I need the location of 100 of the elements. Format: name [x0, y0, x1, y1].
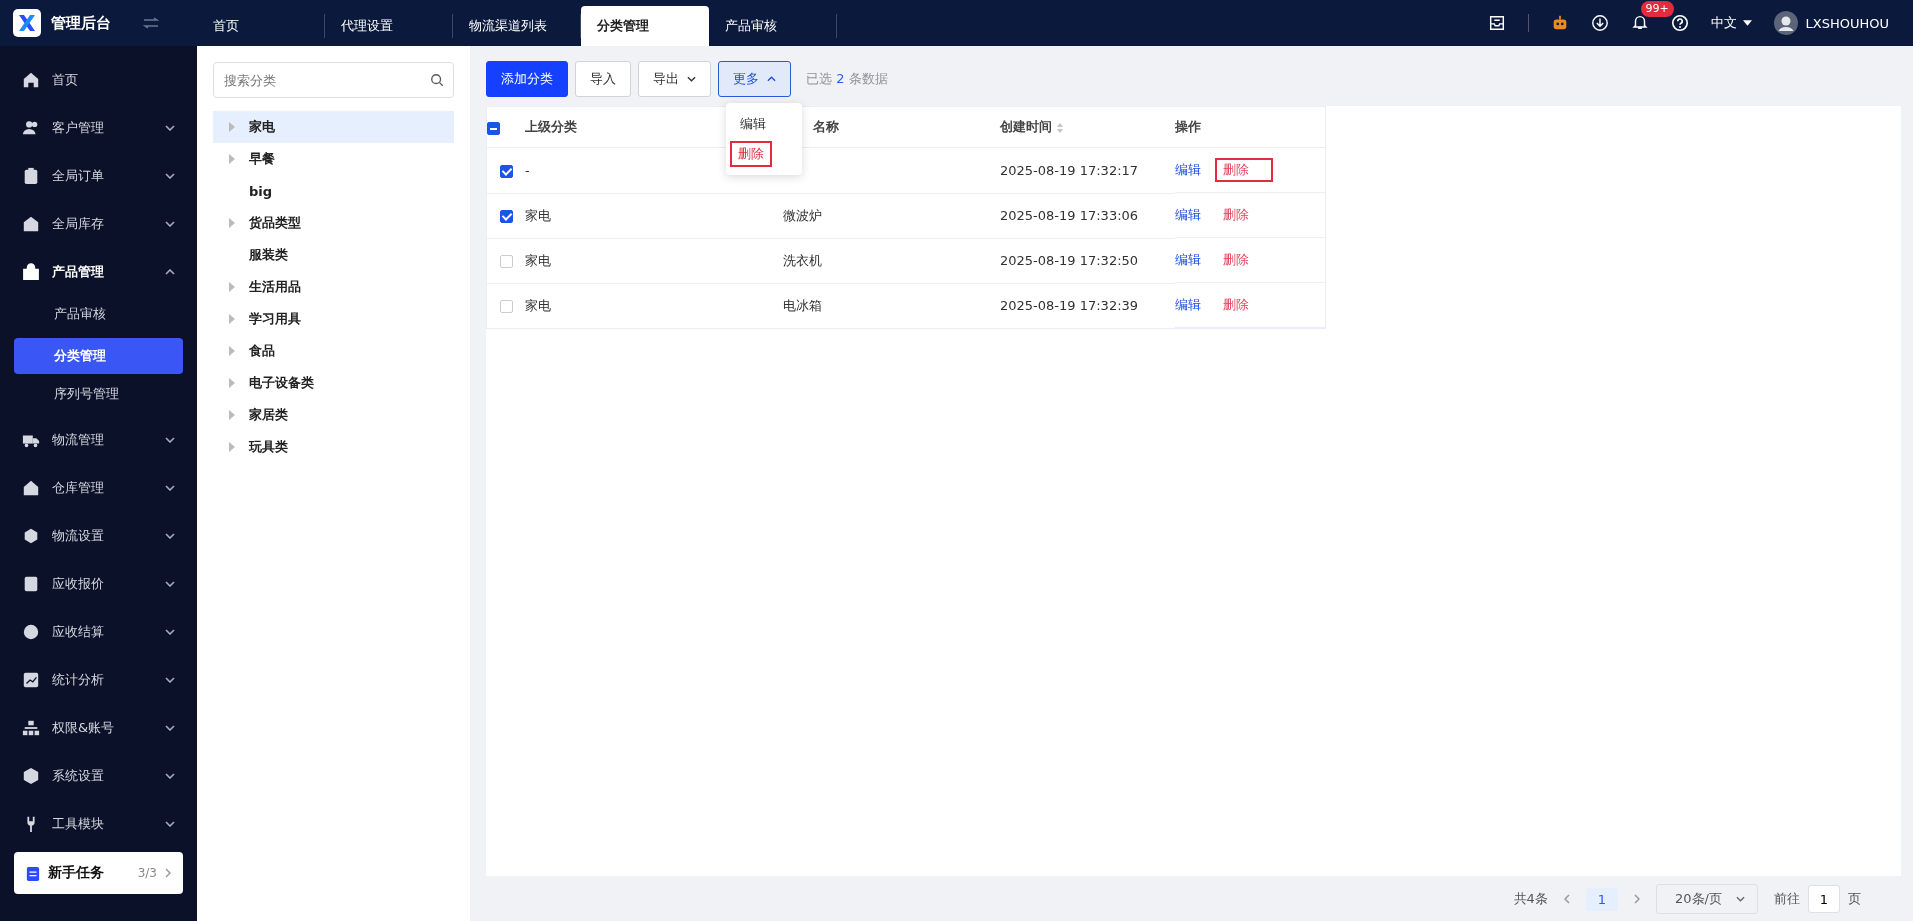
table-cell: 2025-08-19 17:33:06: [1000, 208, 1139, 223]
sidebar-item[interactable]: 客户管理: [0, 104, 197, 152]
edit-link[interactable]: 编辑: [1175, 206, 1201, 224]
expand-icon[interactable]: [229, 410, 235, 420]
page-number[interactable]: 1: [1585, 887, 1619, 911]
expand-icon[interactable]: [229, 378, 235, 388]
chevron-right-icon: [165, 868, 171, 878]
language-select[interactable]: 中文: [1710, 14, 1752, 32]
expand-icon[interactable]: [229, 218, 235, 228]
total-count: 共4条: [1513, 890, 1548, 908]
nav-tab[interactable]: 产品审核: [709, 14, 837, 38]
column-header: 创建时间: [1000, 119, 1052, 134]
expand-icon[interactable]: [229, 346, 235, 356]
sidebar-item[interactable]: 仓库管理: [0, 464, 197, 512]
caret-icon: [1742, 20, 1752, 26]
toolbar-button[interactable]: 更多: [718, 61, 791, 97]
expand-icon[interactable]: [229, 282, 235, 292]
page-size-select[interactable]: 20条/页: [1656, 884, 1758, 914]
edit-link[interactable]: 编辑: [1175, 296, 1201, 314]
selection-count: 已选 2 条数据: [806, 70, 888, 88]
next-page-icon[interactable]: [1634, 894, 1641, 904]
goto-suffix: 页: [1848, 890, 1861, 908]
users-icon: [22, 119, 40, 137]
tree-item[interactable]: 家电: [213, 111, 454, 143]
delete-link[interactable]: 删除: [1215, 293, 1257, 317]
toolbar-button[interactable]: 导入: [575, 61, 631, 97]
goto-label: 前往: [1774, 890, 1800, 908]
notification-badge: 99+: [1640, 0, 1674, 17]
sidebar-item[interactable]: 权限&账号: [0, 704, 197, 752]
sidebar-item[interactable]: 系统设置: [0, 752, 197, 800]
tree-item[interactable]: 早餐: [213, 143, 454, 175]
menu-item[interactable]: 删除: [730, 141, 772, 167]
table-cell: 洗衣机: [783, 252, 822, 268]
sidebar-subitem[interactable]: 产品审核: [14, 296, 183, 336]
expand-icon[interactable]: [229, 122, 235, 132]
menu-item[interactable]: 编辑: [730, 111, 798, 137]
help-icon[interactable]: [1670, 14, 1689, 32]
avatar-icon[interactable]: [1773, 11, 1798, 35]
tree-item[interactable]: 电子设备类: [213, 367, 454, 399]
task-label: 新手任务: [48, 864, 105, 882]
caret-icon: [1736, 896, 1745, 902]
user-name[interactable]: LXSHOUHOU: [1805, 15, 1889, 31]
delete-link[interactable]: 删除: [1215, 248, 1257, 272]
sidebar-item[interactable]: 应收报价: [0, 560, 197, 608]
sidebar-subitem[interactable]: 分类管理: [14, 338, 183, 374]
nav-tab[interactable]: 分类管理: [581, 6, 709, 46]
tree-item[interactable]: 玩具类: [213, 431, 454, 463]
sidebar-item[interactable]: 全局库存: [0, 200, 197, 248]
caret-icon: [767, 76, 776, 82]
chart-icon: [22, 671, 40, 689]
expand-icon[interactable]: [229, 154, 235, 164]
tree-item[interactable]: 生活用品: [213, 271, 454, 303]
expand-icon[interactable]: [229, 314, 235, 324]
table-cell: 家电: [525, 297, 551, 313]
select-all-checkbox[interactable]: [487, 121, 500, 135]
toolbar-button[interactable]: 导出: [638, 61, 711, 97]
nav-tab[interactable]: 首页: [197, 14, 325, 38]
tree-item[interactable]: 货品类型: [213, 207, 454, 239]
sidebar-subitem[interactable]: 序列号管理: [14, 376, 183, 416]
house-icon: [22, 479, 40, 497]
tree-item[interactable]: 服装类: [213, 239, 454, 271]
sidebar-item[interactable]: 工具模块: [0, 800, 197, 848]
sidebar-item[interactable]: 产品管理: [0, 248, 197, 296]
delete-link[interactable]: 删除: [1215, 158, 1273, 182]
sidebar-item[interactable]: 首页: [0, 56, 197, 104]
nav-tab[interactable]: 代理设置: [325, 14, 453, 38]
tree-item[interactable]: 食品: [213, 335, 454, 367]
sidebar-item[interactable]: 物流管理: [0, 416, 197, 464]
column-header: 名称: [812, 119, 839, 134]
table-cell: 家电: [525, 207, 551, 223]
prev-page-icon[interactable]: [1563, 894, 1570, 904]
table-cell: -: [525, 162, 530, 178]
sidebar-item[interactable]: 应收结算: [0, 608, 197, 656]
tree-item[interactable]: 学习用具: [213, 303, 454, 335]
table-cell: 2025-08-19 17:32:50: [1000, 253, 1139, 268]
table-cell: 2025-08-19 17:32:17: [1000, 162, 1139, 178]
edit-link[interactable]: 编辑: [1175, 161, 1201, 179]
row-checkbox[interactable]: [499, 210, 513, 223]
tree-item[interactable]: 家居类: [213, 399, 454, 431]
download-icon[interactable]: [1590, 14, 1609, 32]
expand-icon[interactable]: [229, 442, 235, 452]
delete-link[interactable]: 删除: [1215, 203, 1257, 227]
table-cell: 微波炉: [783, 207, 822, 223]
clipboard-icon: [26, 865, 40, 881]
collapse-icon[interactable]: [143, 17, 159, 29]
sidebar-item[interactable]: 物流设置: [0, 512, 197, 560]
sort-icon[interactable]: [1056, 121, 1064, 134]
toolbar-button[interactable]: 添加分类: [486, 61, 568, 97]
goto-page-field[interactable]: 1: [1808, 885, 1840, 913]
doc-icon: [22, 575, 40, 593]
search-field[interactable]: 搜索分类: [213, 62, 454, 98]
inbox-icon[interactable]: [1487, 14, 1506, 32]
tree-item[interactable]: big: [213, 175, 454, 207]
sidebar-item[interactable]: 全局订单: [0, 152, 197, 200]
task-card[interactable]: 新手任务 3/3: [14, 852, 183, 894]
row-checkbox[interactable]: [499, 164, 513, 178]
edit-link[interactable]: 编辑: [1175, 251, 1201, 269]
column-header: 上级分类: [525, 119, 577, 134]
task-progress: 3/3: [137, 866, 157, 880]
sidebar-item[interactable]: 统计分析: [0, 656, 197, 704]
